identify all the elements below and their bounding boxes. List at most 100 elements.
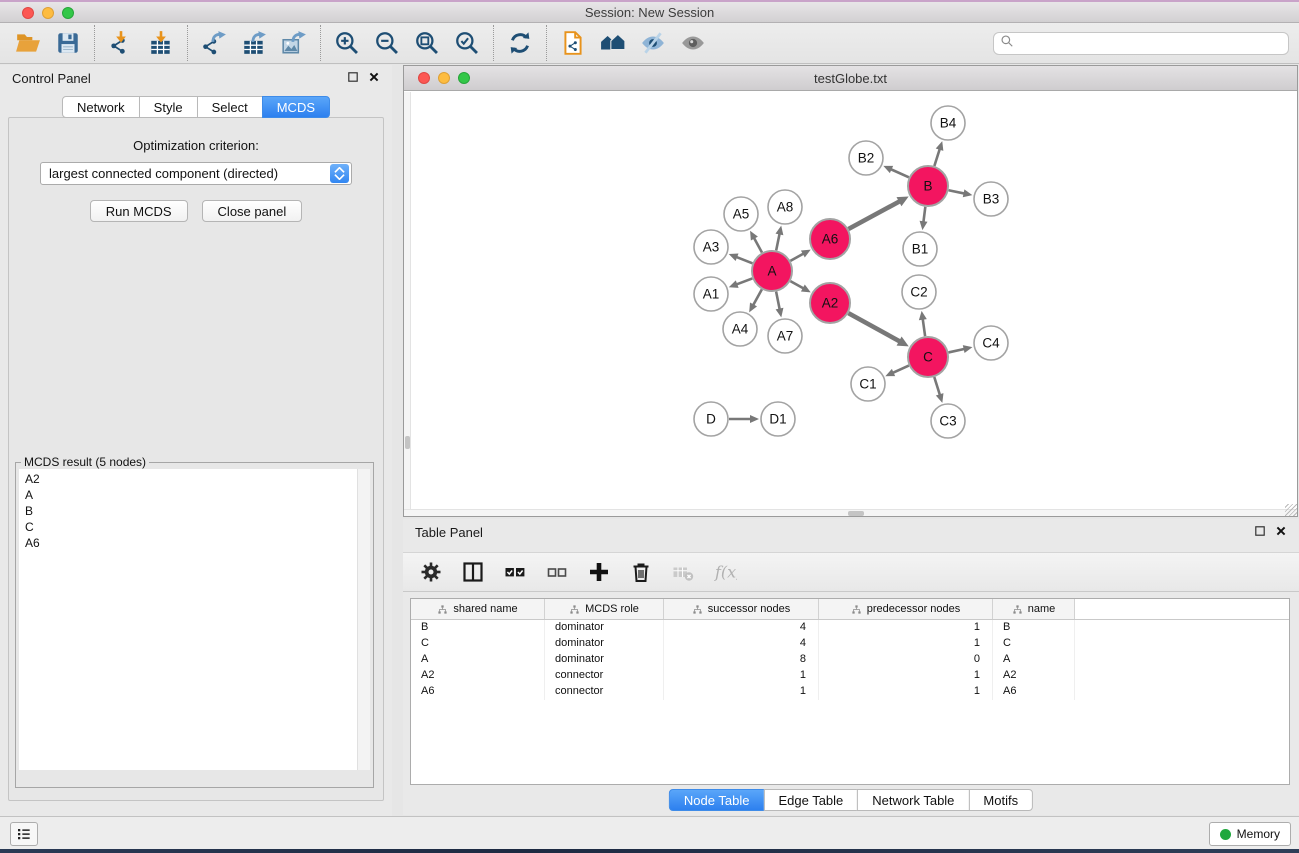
- minimize-window-button[interactable]: [42, 7, 54, 19]
- result-item[interactable]: A: [25, 487, 364, 503]
- import-network-button[interactable]: [101, 25, 141, 61]
- cell[interactable]: A6: [993, 684, 1075, 700]
- cell[interactable]: 1: [819, 636, 993, 652]
- open-folder-button[interactable]: [8, 25, 48, 61]
- table-row[interactable]: Cdominator41C: [411, 636, 1289, 652]
- zoom-selected-button[interactable]: [447, 25, 487, 61]
- node-C4[interactable]: C4: [974, 326, 1008, 360]
- cell[interactable]: A2: [993, 668, 1075, 684]
- edge-B-B1[interactable]: [923, 207, 925, 224]
- hide-glasses-button[interactable]: [633, 25, 673, 61]
- cell[interactable]: dominator: [545, 652, 664, 668]
- column-header-MCDS-role[interactable]: MCDS role: [545, 599, 664, 619]
- edge-A6-B[interactable]: [848, 200, 901, 229]
- tab-style[interactable]: Style: [139, 96, 198, 118]
- export-image-button[interactable]: [274, 25, 314, 61]
- column-header-shared-name[interactable]: shared name: [411, 599, 545, 619]
- column-header-name[interactable]: name: [993, 599, 1075, 619]
- edge-B-B3[interactable]: [949, 190, 966, 194]
- cell[interactable]: 1: [819, 668, 993, 684]
- node-A6[interactable]: A6: [810, 219, 850, 259]
- cell[interactable]: connector: [545, 668, 664, 684]
- tab-mcds[interactable]: MCDS: [262, 96, 330, 118]
- network-horizontal-scrollbar[interactable]: [404, 509, 1297, 516]
- refresh-layout-button[interactable]: [500, 25, 540, 61]
- cell[interactable]: connector: [545, 684, 664, 700]
- window-resize-handle[interactable]: [1285, 504, 1297, 516]
- edge-B-B4[interactable]: [934, 148, 940, 166]
- cell[interactable]: 1: [664, 668, 819, 684]
- node-A4[interactable]: A4: [723, 312, 757, 346]
- node-B1[interactable]: B1: [903, 232, 937, 266]
- node-A[interactable]: A: [752, 251, 792, 291]
- network-zoom-button[interactable]: [458, 72, 470, 84]
- close-table-panel-icon[interactable]: [1275, 524, 1287, 542]
- select-all-checkboxes-button[interactable]: [503, 560, 527, 584]
- node-C[interactable]: C: [908, 337, 948, 377]
- edge-A-A4[interactable]: [752, 289, 761, 306]
- split-panel-columns-button[interactable]: [461, 560, 485, 584]
- cell[interactable]: 8: [664, 652, 819, 668]
- show-eye-button[interactable]: [673, 25, 713, 61]
- edge-A-A6[interactable]: [790, 253, 804, 261]
- search-input[interactable]: [1014, 36, 1282, 50]
- cell[interactable]: 1: [664, 684, 819, 700]
- zoom-window-button[interactable]: [62, 7, 74, 19]
- edge-B-B2[interactable]: [889, 169, 908, 178]
- tab-network-table[interactable]: Network Table: [857, 789, 969, 811]
- tab-edge-table[interactable]: Edge Table: [763, 789, 858, 811]
- zoom-out-button[interactable]: [367, 25, 407, 61]
- edge-A-A3[interactable]: [735, 256, 752, 263]
- search-box[interactable]: [993, 32, 1289, 55]
- import-table-button[interactable]: [141, 25, 181, 61]
- home-pages-button[interactable]: [593, 25, 633, 61]
- tab-network[interactable]: Network: [62, 96, 140, 118]
- cell[interactable]: A: [993, 652, 1075, 668]
- criterion-select[interactable]: largest connected component (directed): [40, 162, 352, 185]
- cell[interactable]: B: [993, 620, 1075, 636]
- main-titlebar[interactable]: Session: New Session: [0, 2, 1299, 23]
- node-B4[interactable]: B4: [931, 106, 965, 140]
- float-panel-icon[interactable]: [347, 70, 359, 88]
- node-A3[interactable]: A3: [694, 230, 728, 264]
- close-panel-button[interactable]: Close panel: [202, 200, 303, 222]
- table-row[interactable]: A2connector11A2: [411, 668, 1289, 684]
- zoom-fit-button[interactable]: [407, 25, 447, 61]
- node-C2[interactable]: C2: [902, 275, 936, 309]
- node-B2[interactable]: B2: [849, 141, 883, 175]
- cell[interactable]: 1: [819, 620, 993, 636]
- node-C1[interactable]: C1: [851, 367, 885, 401]
- cell[interactable]: A2: [411, 668, 545, 684]
- node-D1[interactable]: D1: [761, 402, 795, 436]
- table-row[interactable]: Bdominator41B: [411, 620, 1289, 636]
- save-session-button[interactable]: [48, 25, 88, 61]
- delete-column-trash-button[interactable]: [629, 560, 653, 584]
- node-A2[interactable]: A2: [810, 283, 850, 323]
- cell[interactable]: 0: [819, 652, 993, 668]
- tab-select[interactable]: Select: [197, 96, 263, 118]
- close-window-button[interactable]: [22, 7, 34, 19]
- network-close-button[interactable]: [418, 72, 430, 84]
- cell[interactable]: 4: [664, 620, 819, 636]
- add-column-plus-button[interactable]: [587, 560, 611, 584]
- column-header-successor-nodes[interactable]: successor nodes: [664, 599, 819, 619]
- cell[interactable]: C: [993, 636, 1075, 652]
- edge-C-C1[interactable]: [891, 366, 908, 374]
- export-network-button[interactable]: [194, 25, 234, 61]
- node-A1[interactable]: A1: [694, 277, 728, 311]
- result-item[interactable]: A6: [25, 535, 364, 551]
- table-row[interactable]: A6connector11A6: [411, 684, 1289, 700]
- cell[interactable]: C: [411, 636, 545, 652]
- memory-button[interactable]: Memory: [1209, 822, 1291, 846]
- cell[interactable]: dominator: [545, 620, 664, 636]
- mcds-result-list[interactable]: A2ABCA6: [19, 469, 370, 770]
- cell[interactable]: A: [411, 652, 545, 668]
- edge-A-A7[interactable]: [776, 292, 780, 311]
- node-B3[interactable]: B3: [974, 182, 1008, 216]
- node-A7[interactable]: A7: [768, 319, 802, 353]
- node-B[interactable]: B: [908, 166, 948, 206]
- deselect-all-checkboxes-button[interactable]: [545, 560, 569, 584]
- float-table-panel-icon[interactable]: [1254, 524, 1266, 542]
- zoom-in-button[interactable]: [327, 25, 367, 61]
- node-C3[interactable]: C3: [931, 404, 965, 438]
